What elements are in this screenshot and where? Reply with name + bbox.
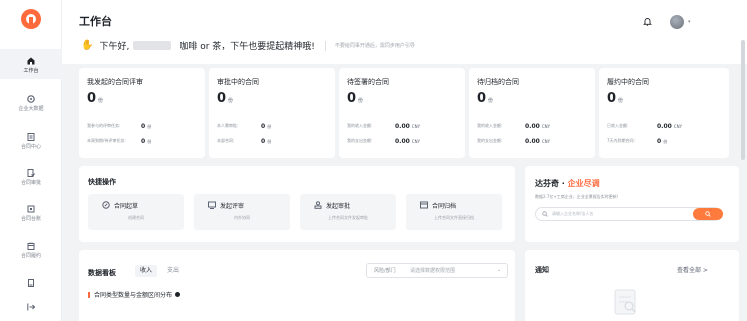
sidebar-item-approval[interactable]: 合同审批 bbox=[0, 169, 62, 186]
quick-actions-panel: 快捷操作 合同起草 创建合同 发起评审 内外协同 发起审批 上传合同文件发起审批… bbox=[79, 166, 515, 242]
scrollbar[interactable] bbox=[741, 40, 745, 160]
stat-row: 本部合同: 0 份 bbox=[217, 137, 272, 145]
chevron-down-icon[interactable]: ▾ bbox=[688, 19, 691, 25]
sidebar-item-label: 合同台账 bbox=[20, 216, 41, 222]
stat-title: 审批中的合同 bbox=[217, 78, 259, 86]
company-search-field[interactable]: 请输入企业名称/法人名 bbox=[535, 207, 723, 221]
search-placeholder: 请输入企业名称/法人名 bbox=[552, 211, 594, 216]
page-header: 工作台 ✋ 下午好, 咖啡 or 茶，下午也要提起精神哦! 不要给同事开通后，需… bbox=[62, 0, 747, 64]
greeting-prefix: 下午好, bbox=[99, 42, 130, 52]
archive-icon bbox=[420, 201, 428, 209]
stat-row: 我的收入金额: 0.00 CNY bbox=[477, 122, 551, 130]
promo-description: 数据2.7亿+工商企业，企业全景报告实时更新! bbox=[535, 194, 619, 199]
sidebar-item-fulfillment[interactable]: 合同履约 bbox=[0, 242, 62, 259]
sidebar-item-label: 合同审批 bbox=[20, 180, 41, 186]
greeting: ✋ 下午好, 咖啡 or 茶，下午也要提起精神哦! 不要给同事开通后，需同步用户… bbox=[81, 39, 415, 52]
tab-income[interactable]: 收入 bbox=[135, 265, 158, 277]
stat-row: 我的收入金额: 0.00 CNY bbox=[347, 122, 421, 130]
wave-hand-icon: ✋ bbox=[81, 40, 94, 51]
stamp-icon bbox=[314, 201, 322, 209]
avatar[interactable] bbox=[670, 15, 684, 29]
stat-title: 履约中的合同 bbox=[607, 78, 649, 86]
user-name-redacted bbox=[133, 41, 172, 50]
empty-state-illustration bbox=[614, 289, 636, 315]
stat-title: 待签署的合同 bbox=[347, 78, 389, 86]
draft-contract-button[interactable]: 合同起草 创建合同 bbox=[88, 194, 184, 230]
data-board-panel: 数据看板 收入 支出 风险/部门 请选择数据权限范围 ⌄ 合同类型数量与金额区间… bbox=[79, 250, 515, 321]
view-all-link[interactable]: 查看全部 > bbox=[677, 265, 708, 274]
archive-contract-button[interactable]: 合同归档 上传合同文件直接归档 bbox=[406, 194, 502, 230]
greeting-message: 咖啡 or 茶，下午也要提起精神哦! bbox=[179, 42, 315, 52]
notifications-panel: 通知 查看全部 > bbox=[525, 250, 739, 321]
stat-row: 我参与的评审任务: 0 份 bbox=[87, 122, 152, 130]
file-icon bbox=[28, 279, 34, 287]
stat-card-reviews[interactable]: 我发起的合同评审 0份 我参与的评审任务: 0 份 本周到期/待评审任务: 0 份 bbox=[79, 68, 205, 158]
stat-value: 0份 bbox=[347, 91, 364, 106]
tab-expense[interactable]: 支出 bbox=[162, 265, 184, 277]
greeting-tip: 不要给同事开通后，需同步用户引导 bbox=[334, 43, 415, 49]
review-icon bbox=[208, 201, 216, 209]
help-icon[interactable] bbox=[175, 292, 181, 297]
stat-card-archiving[interactable]: 待归档的合同 0份 我的收入金额: 0.00 CNY 我的支出金额: 0.00 CNY bbox=[469, 68, 595, 158]
sidebar-item-label: 合同中心 bbox=[20, 144, 41, 150]
company-research-panel: 达芬奇 · 企业尽调 数据2.7亿+工商企业，企业全景报告实时更新! 请输入企业… bbox=[525, 166, 739, 242]
home-icon bbox=[27, 57, 35, 65]
stat-card-approving[interactable]: 审批中的合同 0份 本人需审批: 0 份 本部合同: 0 份 bbox=[209, 68, 335, 158]
draft-icon bbox=[102, 201, 110, 209]
section-title: 通知 bbox=[535, 266, 549, 274]
collapse-icon bbox=[27, 303, 35, 311]
sidebar-collapse-toggle[interactable] bbox=[0, 303, 62, 311]
document-icon bbox=[27, 133, 35, 141]
sidebar-item-files[interactable] bbox=[0, 279, 62, 287]
sidebar-item-bigdata[interactable]: 企业大数据 bbox=[0, 95, 62, 112]
fulfillment-icon bbox=[27, 242, 35, 250]
stat-row: 本周到期/待评审任务: 0 份 bbox=[87, 137, 152, 145]
stat-card-signing[interactable]: 待签署的合同 0份 我的收入金额: 0.00 CNY 我的支出金额: 0.00 CNY bbox=[339, 68, 465, 158]
sidebar-item-contract-center[interactable]: 合同中心 bbox=[0, 133, 62, 150]
bell-icon[interactable] bbox=[643, 17, 652, 26]
stat-row: 我的支出金额: 0.00 CNY bbox=[347, 137, 421, 145]
sidebar-item-ledger[interactable]: 合同台账 bbox=[0, 205, 62, 222]
app-logo[interactable] bbox=[21, 9, 41, 29]
page-title: 工作台 bbox=[79, 15, 112, 28]
start-review-button[interactable]: 发起评审 内外协同 bbox=[194, 194, 290, 230]
stat-row: 我的支出金额: 0.00 CNY bbox=[477, 137, 551, 145]
stat-title: 待归档的合同 bbox=[477, 78, 519, 86]
search-button[interactable] bbox=[693, 208, 723, 220]
sidebar: 工作台 企业大数据 合同中心 合同审批 合同台账 合同履约 bbox=[0, 0, 62, 321]
divider bbox=[324, 40, 326, 51]
stat-row: 已收入金额: 0.00 CNY bbox=[607, 122, 683, 130]
stat-row: 7天内到期合同: 0 份 bbox=[607, 137, 668, 145]
section-title: 数据看板 bbox=[88, 269, 116, 277]
search-icon bbox=[542, 211, 548, 217]
section-title: 快捷操作 bbox=[88, 178, 116, 186]
sidebar-item-label: 合同履约 bbox=[20, 253, 41, 259]
approval-icon bbox=[27, 169, 35, 177]
sidebar-item-label: 工作台 bbox=[23, 68, 39, 74]
stat-card-fulfilling[interactable]: 履约中的合同 0份 已收入金额: 0.00 CNY 7天内到期合同: 0 份 bbox=[599, 68, 729, 158]
ledger-icon bbox=[27, 205, 35, 213]
stat-value: 0份 bbox=[607, 91, 624, 106]
sidebar-item-workbench[interactable]: 工作台 bbox=[0, 49, 62, 79]
promo-title: 达芬奇 · 企业尽调 bbox=[535, 179, 600, 188]
analytics-icon bbox=[27, 95, 35, 103]
stat-value: 0份 bbox=[477, 91, 494, 106]
department-select[interactable]: 风险/部门 请选择数据权限范围 ⌄ bbox=[366, 263, 508, 278]
stat-title: 我发起的合同评审 bbox=[87, 78, 143, 86]
stat-row: 本人需审批: 0 份 bbox=[217, 122, 272, 130]
sidebar-item-label: 企业大数据 bbox=[18, 106, 44, 112]
search-icon bbox=[705, 211, 711, 217]
chevron-down-icon: ⌄ bbox=[497, 267, 502, 273]
start-approval-button[interactable]: 发起审批 上传合同文件发起审批 bbox=[300, 194, 396, 230]
chart-subheading: 合同类型数量与金额区间分布 bbox=[88, 290, 181, 299]
stat-value: 0份 bbox=[217, 91, 234, 106]
accent-bar bbox=[88, 291, 90, 298]
stat-value: 0份 bbox=[87, 91, 104, 106]
